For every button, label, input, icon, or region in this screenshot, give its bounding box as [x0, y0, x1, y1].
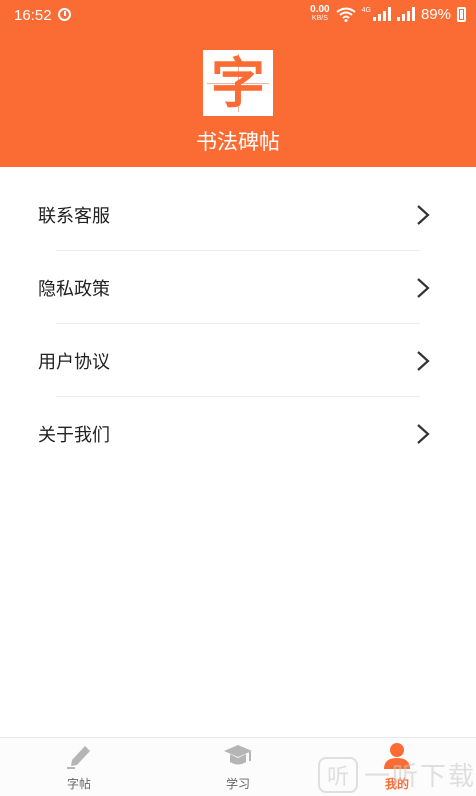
watermark-logo: 听: [318, 756, 358, 793]
menu-item-label: 联系客服: [38, 206, 110, 227]
status-time: 16:52: [14, 7, 52, 24]
graduation-cap-icon: [224, 745, 252, 765]
chevron-right-icon: [417, 278, 430, 298]
menu-item-label: 用户协议: [38, 352, 110, 373]
logo-char: 字: [211, 51, 265, 115]
watermark: 听 一听下载: [318, 756, 476, 793]
header: 16:52 0.00 KB/S 4G 89% 字 书法碑帖: [0, 0, 476, 167]
tab-label: 字帖: [66, 777, 91, 791]
menu-item-user-agreement[interactable]: 用户协议: [0, 324, 476, 397]
tab-label: 学习: [225, 777, 250, 791]
chevron-right-icon: [417, 351, 430, 371]
alarm-icon: [58, 8, 71, 21]
menu-item-about-us[interactable]: 关于我们: [0, 397, 476, 470]
chevron-right-icon: [417, 424, 430, 444]
net-speed-value: 0.00: [310, 4, 330, 15]
signal-icon-2: [396, 7, 415, 21]
status-bar: 16:52 0.00 KB/S 4G 89%: [0, 0, 476, 30]
network-type: 4G: [361, 7, 371, 14]
settings-menu: 联系客服 隐私政策 用户协议 关于我们: [0, 178, 476, 470]
watermark-text: 一听下载: [364, 762, 476, 792]
signal-icon: [372, 7, 391, 21]
net-speed-unit: KB/S: [311, 15, 328, 22]
tab-copybook[interactable]: 字帖: [39, 742, 119, 796]
pen-icon: [67, 746, 90, 769]
menu-item-privacy-policy[interactable]: 隐私政策: [0, 251, 476, 324]
battery-icon: [457, 6, 466, 22]
net-speed: 0.00 KB/S: [310, 5, 329, 23]
app-logo: 字: [203, 50, 273, 116]
wifi-icon: [336, 7, 356, 22]
chevron-right-icon: [417, 205, 430, 225]
menu-item-label: 隐私政策: [38, 279, 110, 300]
menu-item-contact-support[interactable]: 联系客服: [0, 178, 476, 251]
menu-item-label: 关于我们: [38, 425, 110, 446]
battery-level: 89%: [420, 5, 451, 23]
app-title: 书法碑帖: [196, 130, 280, 154]
tab-study[interactable]: 学习: [198, 742, 278, 796]
